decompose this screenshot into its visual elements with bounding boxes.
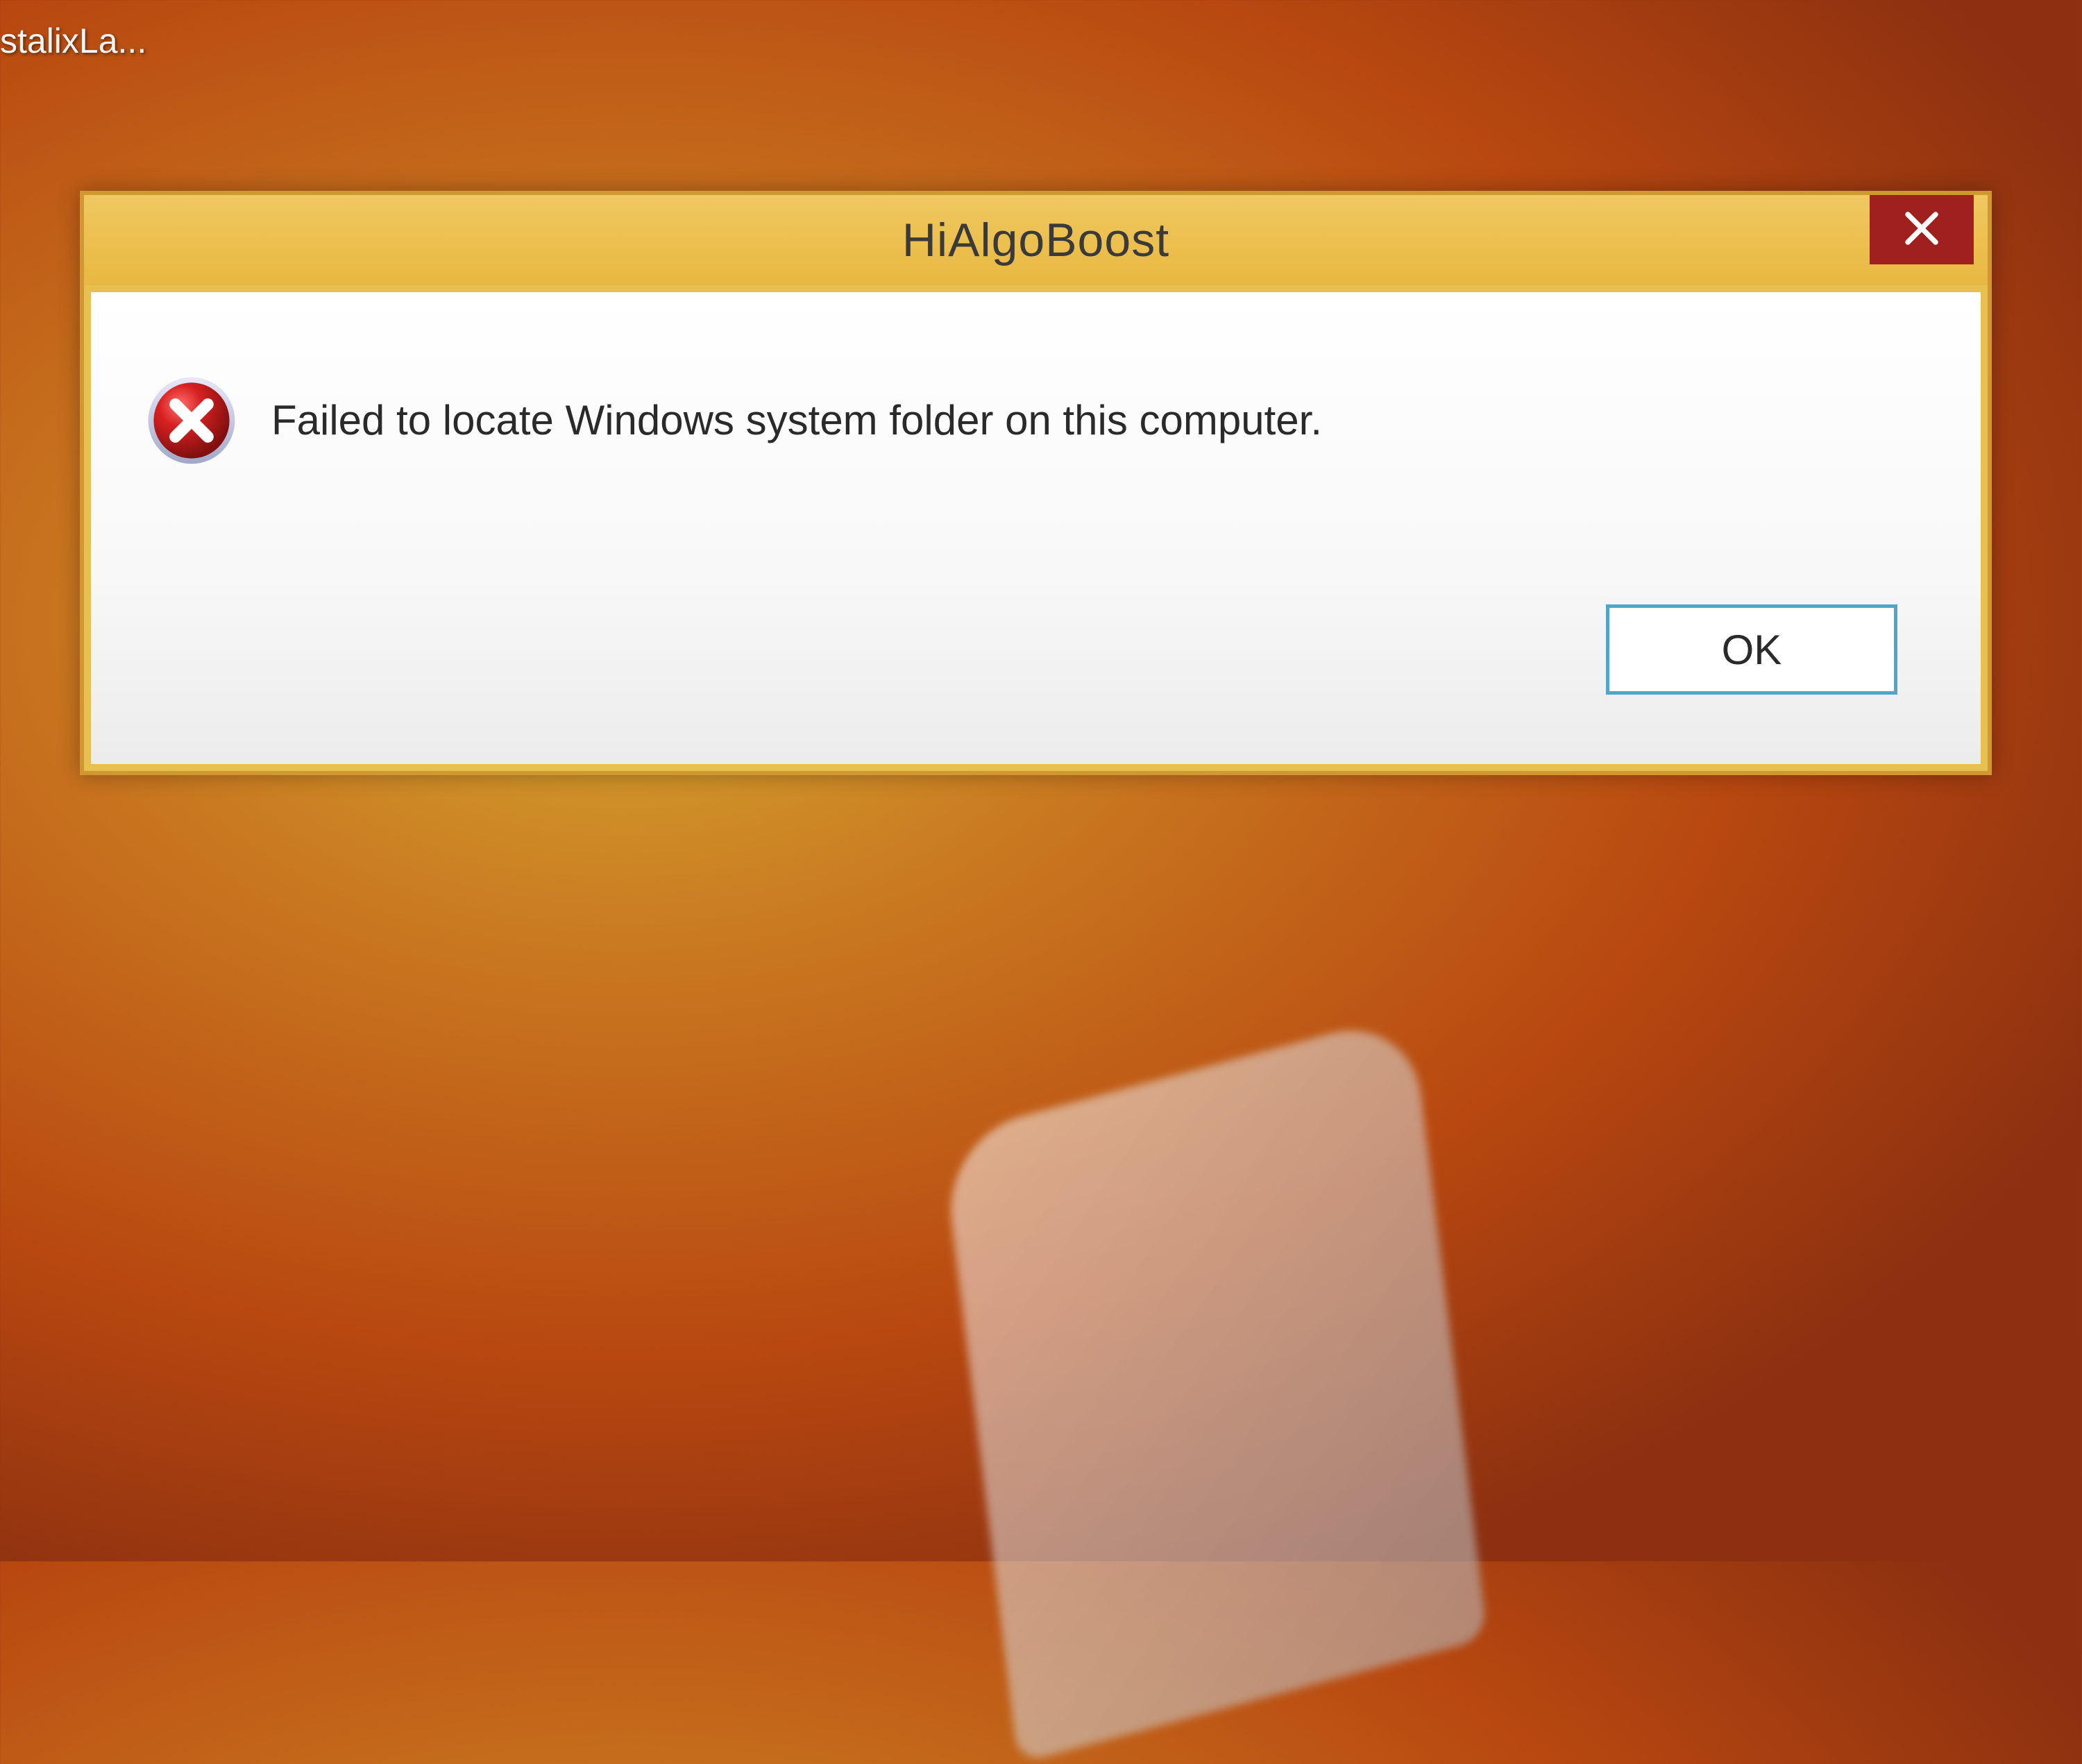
- dialog-title: HiAlgoBoost: [902, 213, 1169, 267]
- dialog-body: Failed to locate Windows system folder o…: [84, 285, 1988, 771]
- error-message: Failed to locate Windows system folder o…: [271, 393, 1322, 448]
- error-dialog: HiAlgoBoost: [80, 191, 1992, 775]
- button-row: OK: [133, 604, 1939, 722]
- error-icon: [146, 375, 237, 466]
- close-button[interactable]: [1870, 195, 1974, 264]
- dialog-titlebar[interactable]: HiAlgoBoost: [84, 195, 1988, 285]
- finger-reflection: [942, 1012, 1488, 1763]
- desktop-icon-label[interactable]: stalixLa...: [0, 21, 146, 61]
- close-icon: [1901, 207, 1943, 253]
- ok-button[interactable]: OK: [1606, 604, 1897, 695]
- message-row: Failed to locate Windows system folder o…: [133, 375, 1939, 466]
